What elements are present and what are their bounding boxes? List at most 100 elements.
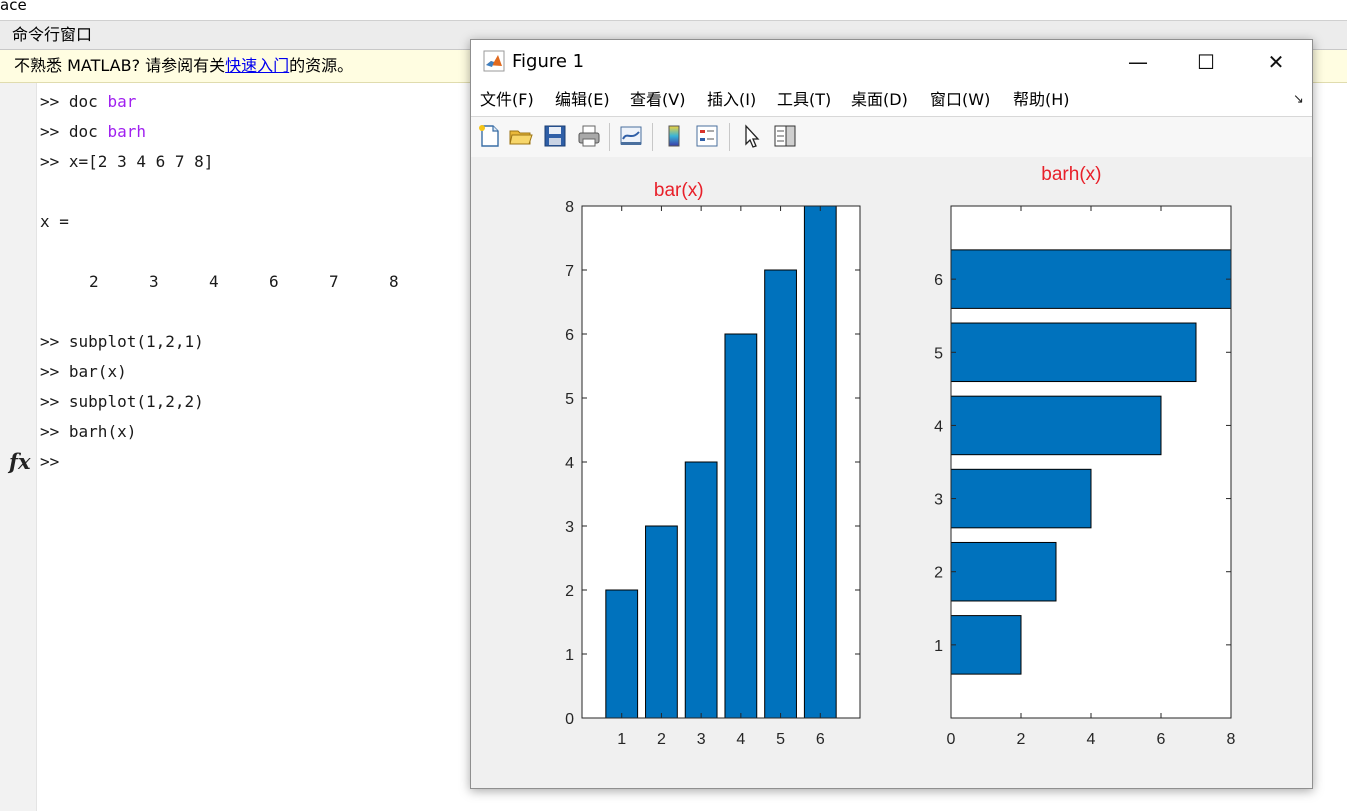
command-text: doc (68, 122, 98, 141)
y-tick-label: 0 (565, 711, 574, 728)
console-line: >> x=[2 3 4 6 7 8] (40, 147, 213, 177)
console-line: >> barh(x) (40, 417, 136, 447)
new-figure-icon[interactable] (476, 123, 502, 149)
prompt: >> (40, 392, 60, 411)
colorbar-icon[interactable] (661, 123, 687, 149)
command-gutter (0, 83, 37, 811)
prompt: >> (40, 422, 60, 441)
toolbar-separator (652, 123, 653, 151)
y-tick-label: 1 (565, 647, 574, 664)
figure-title: Figure 1 (512, 51, 585, 72)
output-value: 6 (269, 272, 279, 291)
figure-window[interactable]: Figure 1 — ☐ ✕ 文件(F) 编辑(E) 查看(V) 插入(I) 工… (470, 39, 1313, 789)
prompt: >> (40, 332, 60, 351)
y-tick-label: 4 (565, 455, 574, 472)
legend-icon[interactable] (694, 123, 720, 149)
figure-menubar: 文件(F) 编辑(E) 查看(V) 插入(I) 工具(T) 桌面(D) 窗口(W… (471, 84, 1312, 116)
save-icon[interactable] (542, 123, 568, 149)
notice-suffix: 的资源。 (289, 56, 354, 75)
dock-arrow-icon[interactable]: ↘ (1293, 84, 1304, 116)
menu-desktop[interactable]: 桌面(D) (851, 84, 908, 116)
console-output-values: 2 3 4 6 7 8 (89, 267, 449, 297)
command-text: subplot(1,2,1) (68, 332, 204, 351)
menu-edit[interactable]: 编辑(E) (555, 84, 610, 116)
y-tick-label: 2 (565, 583, 574, 600)
function-browser-icon[interactable]: fx (9, 449, 31, 474)
command-arg: bar (107, 92, 137, 111)
figure-titlebar[interactable]: Figure 1 — ☐ ✕ (471, 40, 1312, 84)
minimize-button[interactable]: — (1103, 40, 1173, 84)
x-tick-label: 5 (776, 731, 785, 748)
bar (684, 461, 718, 719)
command-text: barh(x) (68, 422, 137, 441)
x-tick-label: 8 (1227, 731, 1236, 748)
menu-tools[interactable]: 工具(T) (777, 84, 831, 116)
x-tick-label: 4 (1087, 731, 1096, 748)
output-value: 4 (209, 272, 219, 291)
y-tick-label: 5 (565, 391, 574, 408)
output-value: 7 (329, 272, 339, 291)
y-tick-label: 3 (934, 492, 943, 509)
maximize-button[interactable]: ☐ (1171, 40, 1241, 84)
getting-started-link[interactable]: 快速入门 (225, 56, 289, 75)
menu-file[interactable]: 文件(F) (480, 84, 534, 116)
bar (605, 589, 639, 719)
property-editor-icon[interactable] (772, 123, 798, 149)
bar (950, 541, 1057, 602)
chart-title: bar(x) (654, 180, 704, 201)
console-output-var: x = (40, 212, 69, 231)
top-strip-label: ace (0, 0, 27, 14)
bar (724, 333, 758, 719)
print-icon[interactable] (576, 123, 602, 149)
bar (950, 322, 1197, 383)
y-tick-label: 5 (934, 345, 943, 362)
y-tick-label: 1 (934, 638, 943, 655)
axes-barh[interactable]: 0 2 4 6 8 1 2 3 4 5 6 barh(x) (934, 164, 1235, 748)
toolbar-separator (609, 123, 610, 151)
bar (950, 249, 1232, 309)
y-tick-label: 6 (934, 272, 943, 289)
y-tick-label: 7 (565, 263, 574, 280)
command-text: subplot(1,2,2) (68, 392, 204, 411)
x-tick-label: 4 (736, 731, 745, 748)
prompt: >> (40, 362, 60, 381)
bar (764, 269, 797, 719)
close-button[interactable]: ✕ (1241, 40, 1311, 84)
command-text: doc (68, 92, 98, 111)
x-tick-label: 2 (657, 731, 666, 748)
y-tick-label: 3 (565, 519, 574, 536)
figure-canvas[interactable]: 0 1 2 3 4 5 6 7 8 1 2 3 4 5 6 bar(x) 0 2 4 6 8 1 2 3 4 5 6 barh(x) (471, 157, 1312, 788)
pointer-icon[interactable] (739, 123, 765, 149)
notice-text: 不熟悉 MATLAB? 请参阅有关快速入门的资源。 (14, 50, 353, 82)
axes-bar[interactable]: 0 1 2 3 4 5 6 7 8 1 2 3 4 5 6 bar(x) (565, 180, 861, 748)
output-value: 8 (389, 272, 399, 291)
open-file-icon[interactable] (508, 123, 534, 149)
x-tick-label: 1 (617, 731, 626, 748)
x-tick-label: 2 (1017, 731, 1026, 748)
menu-help[interactable]: 帮助(H) (1013, 84, 1070, 116)
plot-area[interactable]: 0 1 2 3 4 5 6 7 8 1 2 3 4 5 6 bar(x) 0 2 4 6 8 1 2 3 4 5 6 barh(x) (471, 157, 1312, 788)
bar (950, 395, 1162, 456)
y-tick-label: 2 (934, 565, 943, 582)
command-text: x=[2 3 4 6 7 8] (68, 152, 214, 171)
prompt: >> (40, 452, 60, 471)
chart-title: barh(x) (1041, 164, 1101, 185)
top-strip: ace (0, 0, 1347, 21)
menu-view[interactable]: 查看(V) (630, 84, 685, 116)
x-tick-label: 6 (1157, 731, 1166, 748)
command-arg: barh (107, 122, 146, 141)
bar (950, 615, 1022, 675)
command-window-title: 命令行窗口 (12, 25, 93, 44)
console-line: >> bar(x) (40, 357, 127, 387)
prompt: >> (40, 92, 60, 111)
y-tick-label: 4 (934, 418, 943, 435)
y-tick-label: 8 (565, 199, 574, 216)
console-input-line[interactable]: >> (40, 447, 59, 477)
command-text: bar(x) (68, 362, 127, 381)
toolbar-separator (729, 123, 730, 151)
menu-window[interactable]: 窗口(W) (930, 84, 990, 116)
prompt: >> (40, 152, 60, 171)
console-line: >> doc bar (40, 87, 136, 117)
link-plot-icon[interactable] (618, 123, 644, 149)
menu-insert[interactable]: 插入(I) (707, 84, 756, 116)
